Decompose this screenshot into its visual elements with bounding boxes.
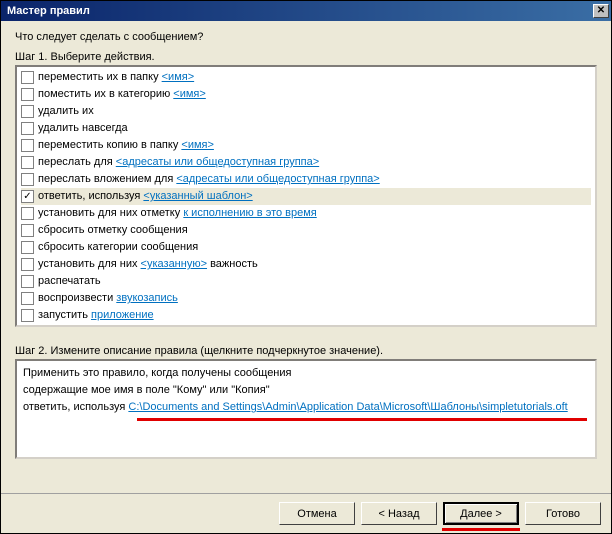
action-row[interactable]: удалить навсегда <box>21 120 591 137</box>
desc-line-2: содержащие мое имя в поле "Кому" или "Ко… <box>23 382 589 399</box>
rule-description-box: Применить это правило, когда получены со… <box>15 359 597 459</box>
action-text-pre: поместить их в категорию <box>38 88 173 100</box>
action-text-pre: переместить копию в папку <box>38 139 181 151</box>
action-text-pre: распечатать <box>38 275 101 287</box>
close-icon[interactable]: ✕ <box>593 4 609 18</box>
checkbox[interactable] <box>21 156 34 169</box>
action-text-pre: переслать вложением для <box>38 173 176 185</box>
action-row[interactable]: переслать вложением для <адресаты или об… <box>21 171 591 188</box>
back-button[interactable]: < Назад <box>361 502 437 525</box>
action-text-pre: удалить навсегда <box>38 122 128 134</box>
action-label: сбросить отметку сообщения <box>38 223 188 238</box>
action-row[interactable]: удалить их <box>21 103 591 120</box>
action-row[interactable]: поместить их в категорию <имя> <box>21 86 591 103</box>
next-button[interactable]: Далее > <box>443 502 519 525</box>
action-link[interactable]: <имя> <box>162 71 195 83</box>
action-row[interactable]: воспроизвести звукозапись <box>21 290 591 307</box>
action-row[interactable]: переслать для <адресаты или общедоступна… <box>21 154 591 171</box>
action-label: распечатать <box>38 274 101 289</box>
action-text-pre: переслать для <box>38 156 116 168</box>
dialog-body: Что следует сделать с сообщением? Шаг 1.… <box>1 21 611 493</box>
action-label: сбросить категории сообщения <box>38 240 198 255</box>
actions-listbox[interactable]: переместить их в папку <имя>поместить их… <box>15 65 597 327</box>
action-text-pre: установить для них отметку <box>38 207 183 219</box>
action-label: переместить их в папку <имя> <box>38 70 194 85</box>
action-row[interactable]: переместить их в папку <имя> <box>21 69 591 86</box>
action-link[interactable]: <имя> <box>181 139 214 151</box>
checkbox[interactable] <box>21 275 34 288</box>
action-label: пометить как непрочитанное <box>38 325 185 327</box>
action-row[interactable]: переместить копию в папку <имя> <box>21 137 591 154</box>
checkbox[interactable] <box>21 173 34 186</box>
action-text-pre: воспроизвести <box>38 292 116 304</box>
action-text-post: важность <box>207 258 258 270</box>
action-label: удалить их <box>38 104 94 119</box>
action-link[interactable]: <имя> <box>173 88 206 100</box>
checkbox[interactable] <box>21 258 34 271</box>
action-label: воспроизвести звукозапись <box>38 291 178 306</box>
dialog-window: Мастер правил ✕ Что следует сделать с со… <box>0 0 612 534</box>
action-row[interactable]: запустить приложение <box>21 307 591 324</box>
prompt-text: Что следует сделать с сообщением? <box>15 31 597 43</box>
action-text-pre: сбросить категории сообщения <box>38 241 198 253</box>
action-link[interactable]: <указанную> <box>141 258 207 270</box>
action-link[interactable]: звукозапись <box>116 292 178 304</box>
action-text-pre: ответить, используя <box>38 190 143 202</box>
checkbox[interactable] <box>21 207 34 220</box>
titlebar[interactable]: Мастер правил ✕ <box>1 1 611 21</box>
action-label: запустить приложение <box>38 308 154 323</box>
action-row[interactable]: ✓ ответить, используя <указанный шаблон> <box>21 188 591 205</box>
dialog-footer: Отмена < Назад Далее > Готово <box>1 493 611 533</box>
action-label: поместить их в категорию <имя> <box>38 87 206 102</box>
action-row[interactable]: установить для них отметку к исполнению … <box>21 205 591 222</box>
action-label: переместить копию в папку <имя> <box>38 138 214 153</box>
checkbox[interactable] <box>21 241 34 254</box>
highlight-underline <box>137 418 587 421</box>
action-row[interactable]: распечатать <box>21 273 591 290</box>
action-label: ответить, используя <указанный шаблон> <box>38 189 253 204</box>
action-link[interactable]: <указанный шаблон> <box>143 190 252 202</box>
action-text-pre: удалить их <box>38 105 94 117</box>
checkbox[interactable] <box>21 139 34 152</box>
step2-label: Шаг 2. Измените описание правила (щелкни… <box>15 345 597 357</box>
action-text-pre: установить для них <box>38 258 141 270</box>
finish-button[interactable]: Готово <box>525 502 601 525</box>
action-label: удалить навсегда <box>38 121 128 136</box>
action-link[interactable]: <адресаты или общедоступная группа> <box>116 156 319 168</box>
template-path-link[interactable]: C:\Documents and Settings\Admin\Applicat… <box>128 400 567 415</box>
desc-line-3-pre: ответить, используя <box>23 401 128 413</box>
action-row[interactable]: сбросить отметку сообщения <box>21 222 591 239</box>
action-row[interactable]: пометить как непрочитанное <box>21 324 591 327</box>
action-label: переслать для <адресаты или общедоступна… <box>38 155 319 170</box>
action-label: переслать вложением для <адресаты или об… <box>38 172 380 187</box>
step1-label: Шаг 1. Выберите действия. <box>15 51 597 63</box>
action-link[interactable]: приложение <box>91 309 154 321</box>
desc-line-1: Применить это правило, когда получены со… <box>23 365 589 382</box>
action-row[interactable]: установить для них <указанную> важность <box>21 256 591 273</box>
highlight-underline <box>442 528 520 531</box>
checkbox[interactable]: ✓ <box>21 190 34 203</box>
action-text-pre: пометить как непрочитанное <box>38 326 185 327</box>
desc-line-3: ответить, используя C:\Documents and Set… <box>23 399 589 416</box>
action-text-pre: переместить их в папку <box>38 71 162 83</box>
checkbox[interactable] <box>21 326 34 327</box>
checkbox[interactable] <box>21 105 34 118</box>
checkbox[interactable] <box>21 309 34 322</box>
action-label: установить для них <указанную> важность <box>38 257 258 272</box>
checkbox[interactable] <box>21 88 34 101</box>
action-text-pre: сбросить отметку сообщения <box>38 224 188 236</box>
cancel-button[interactable]: Отмена <box>279 502 355 525</box>
action-link[interactable]: к исполнению в это время <box>183 207 316 219</box>
action-label: установить для них отметку к исполнению … <box>38 206 317 221</box>
action-row[interactable]: сбросить категории сообщения <box>21 239 591 256</box>
checkbox[interactable] <box>21 71 34 84</box>
checkbox[interactable] <box>21 292 34 305</box>
action-link[interactable]: <адресаты или общедоступная группа> <box>176 173 379 185</box>
window-title: Мастер правил <box>7 5 90 17</box>
checkbox[interactable] <box>21 224 34 237</box>
checkbox[interactable] <box>21 122 34 135</box>
action-text-pre: запустить <box>38 309 91 321</box>
